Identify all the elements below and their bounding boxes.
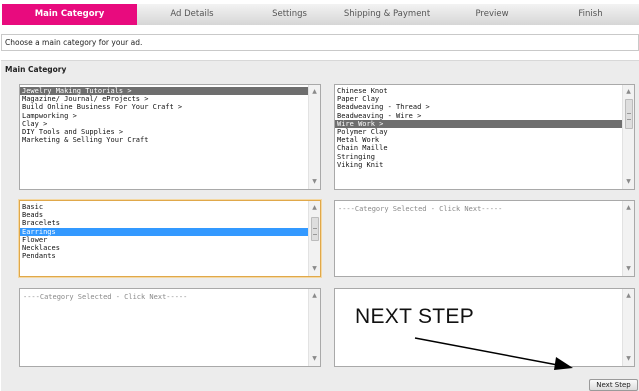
scroll-down-icon[interactable]: ▼ [309, 177, 320, 187]
list-item[interactable]: Metal Work [335, 136, 634, 144]
list-item[interactable]: Pendants [20, 252, 320, 260]
list-item[interactable]: Polymer Clay [335, 128, 634, 136]
list-item[interactable]: Chinese Knot [335, 87, 634, 95]
list-scrollbar[interactable]: ▲ ▼ [308, 201, 320, 276]
wizard-tab-bar: Main Category Ad Details Settings Shippi… [2, 4, 639, 25]
scroll-up-icon[interactable]: ▲ [309, 291, 320, 301]
tab-main-category[interactable]: Main Category [2, 4, 137, 25]
tab-finish[interactable]: Finish [542, 4, 639, 25]
panel-title: Main Category [5, 65, 67, 74]
list-item[interactable]: Build Online Business For Your Craft > [20, 103, 320, 111]
tab-ad-details[interactable]: Ad Details [137, 4, 247, 25]
list-item[interactable]: Flower [20, 236, 320, 244]
list-item[interactable]: Basic [20, 203, 320, 211]
tab-shipping-payment[interactable]: Shipping & Payment [332, 4, 442, 25]
list-scrollbar[interactable]: ▲ ▼ [622, 289, 634, 366]
list-scrollbar[interactable]: ▲ ▼ [308, 289, 320, 366]
scroll-down-icon[interactable]: ▼ [623, 177, 634, 187]
tab-settings[interactable]: Settings [247, 4, 332, 25]
list-scrollbar[interactable]: ▲ ▼ [622, 201, 634, 276]
category-list-level-4[interactable]: ----Category Selected - Click Next----- … [334, 200, 635, 277]
list-item[interactable]: Marketing & Selling Your Craft [20, 136, 320, 144]
list-item[interactable]: Beadweaving - Thread > [335, 103, 634, 111]
list-item[interactable]: Wire Work > [335, 119, 634, 128]
list-item[interactable]: Chain Maille [335, 144, 634, 152]
scroll-up-icon[interactable]: ▲ [309, 87, 320, 97]
list-item[interactable]: Stringing [335, 153, 634, 161]
tab-preview[interactable]: Preview [442, 4, 542, 25]
list-item[interactable]: Beads [20, 211, 320, 219]
scroll-down-icon[interactable]: ▼ [623, 354, 634, 364]
scroll-thumb[interactable] [625, 99, 633, 129]
list-item[interactable]: Necklaces [20, 244, 320, 252]
list-item[interactable]: Clay > [20, 120, 320, 128]
list-item[interactable]: Earrings [20, 227, 320, 236]
list-item[interactable]: Beadweaving - Wire > [335, 112, 634, 120]
list-scrollbar[interactable]: ▲ ▼ [622, 85, 634, 189]
instruction-text: Choose a main category for your ad. [1, 34, 639, 51]
list-item[interactable]: Paper Clay [335, 95, 634, 103]
category-list-level-3[interactable]: Basic Beads Bracelets Earrings Flower Ne… [19, 200, 321, 277]
list-scrollbar[interactable]: ▲ ▼ [308, 85, 320, 189]
list-item[interactable]: Magazine/ Journal/ eProjects > [20, 95, 320, 103]
next-step-button[interactable]: Next Step [589, 379, 638, 391]
scroll-down-icon[interactable]: ▼ [623, 264, 634, 274]
list-item[interactable]: DIY Tools and Supplies > [20, 128, 320, 136]
list-placeholder: ----Category Selected - Click Next----- [338, 205, 503, 213]
list-item[interactable]: Viking Knit [335, 161, 634, 169]
scroll-up-icon[interactable]: ▲ [309, 203, 320, 213]
category-list-level-1[interactable]: Jewelry Making Tutorials > Magazine/ Jou… [19, 84, 321, 190]
scroll-down-icon[interactable]: ▼ [309, 264, 320, 274]
category-list-level-5[interactable]: ----Category Selected - Click Next----- … [19, 288, 321, 367]
scroll-down-icon[interactable]: ▼ [309, 354, 320, 364]
list-item[interactable]: Jewelry Making Tutorials > [20, 87, 320, 96]
scroll-up-icon[interactable]: ▲ [623, 203, 634, 213]
list-item[interactable]: Bracelets [20, 219, 320, 227]
scroll-up-icon[interactable]: ▲ [623, 291, 634, 301]
scroll-up-icon[interactable]: ▲ [623, 87, 634, 97]
annotation-label: NEXT STEP [355, 305, 475, 328]
category-list-level-2[interactable]: Chinese Knot Paper Clay Beadweaving - Th… [334, 84, 635, 190]
scroll-thumb[interactable] [311, 217, 319, 241]
list-placeholder: ----Category Selected - Click Next----- [23, 293, 188, 301]
list-item[interactable]: Lampworking > [20, 112, 320, 120]
